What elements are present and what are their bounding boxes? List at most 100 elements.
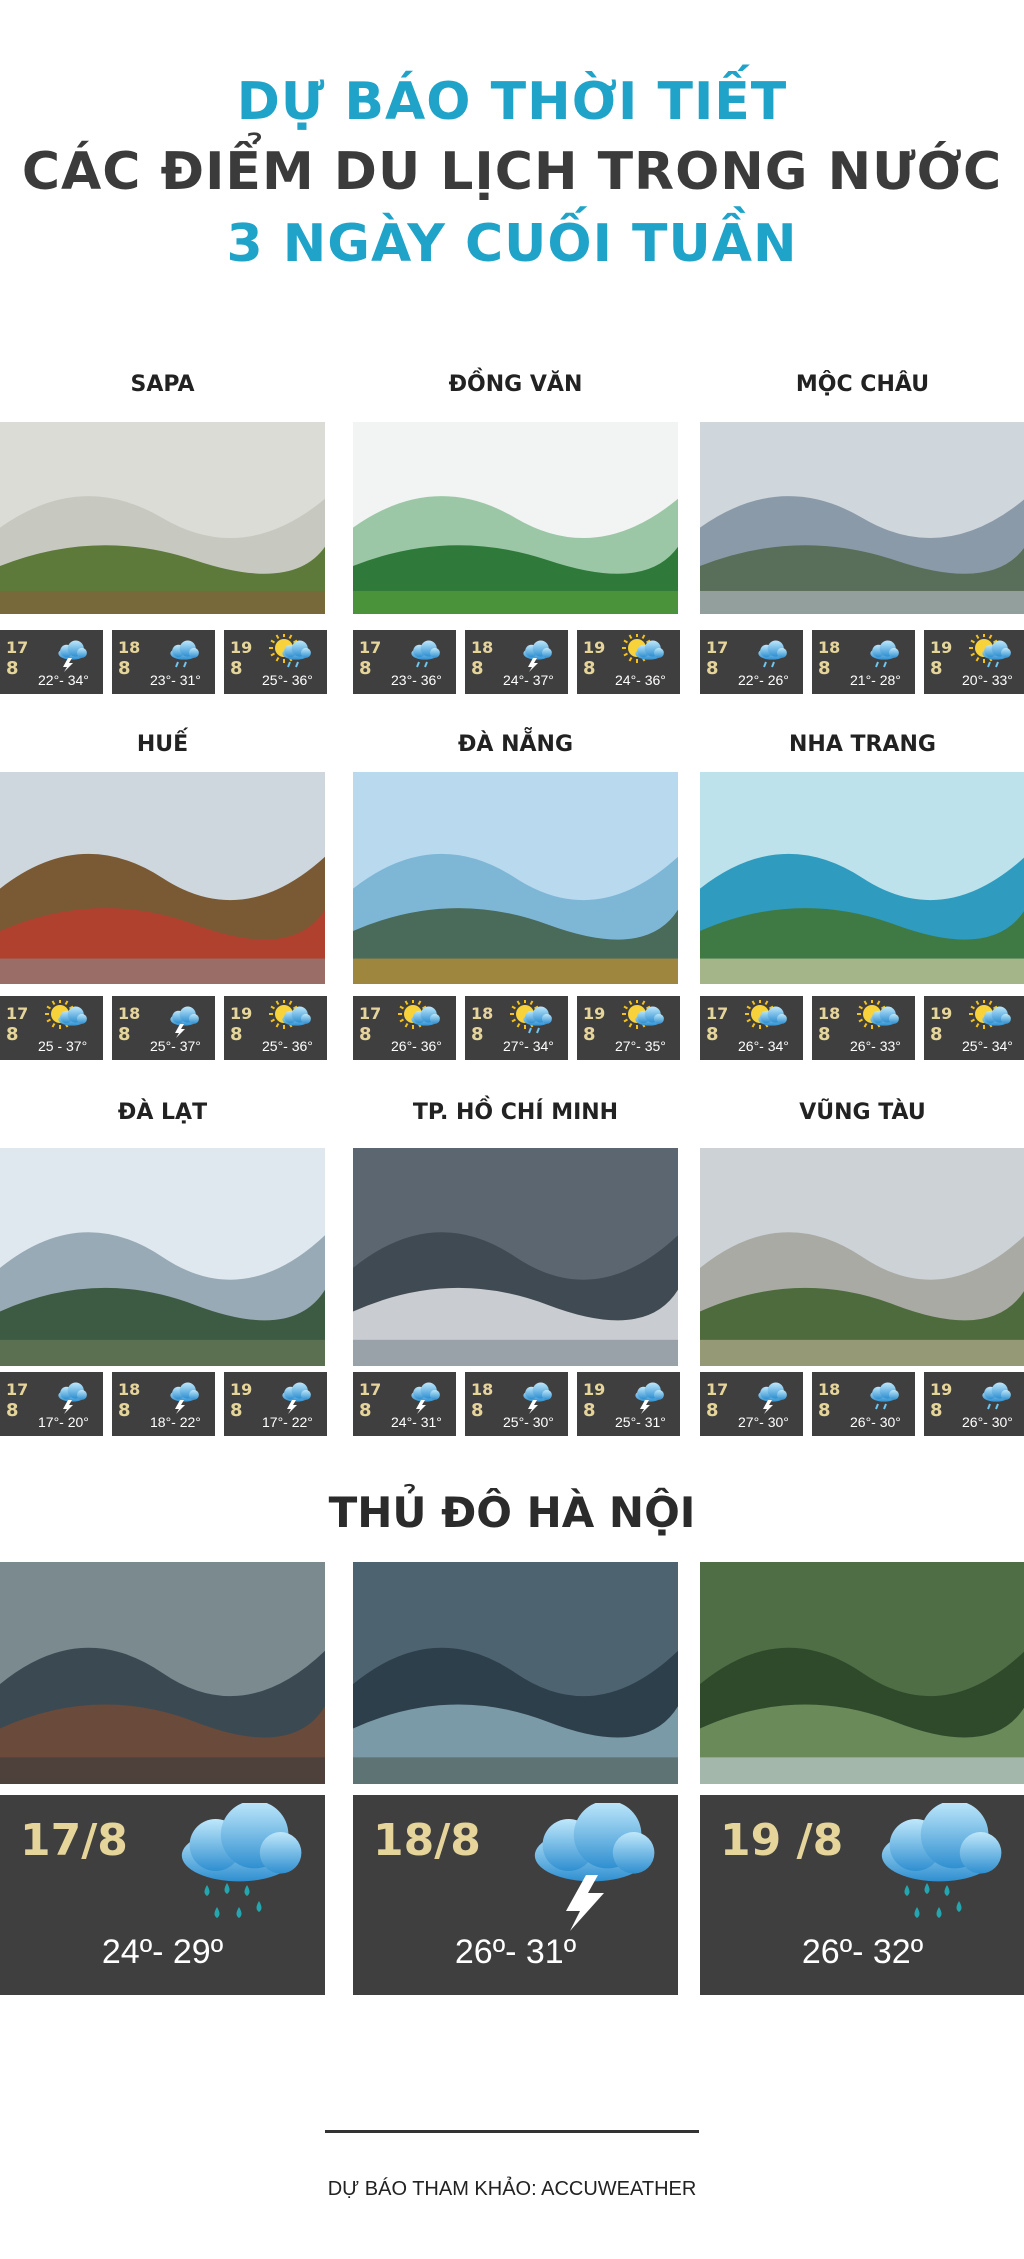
forecast-day: 18: [818, 1004, 841, 1023]
forecast-tile: 17 8 26°- 34°: [700, 996, 803, 1060]
weather-icon: [509, 1376, 557, 1414]
forecast-tile: 19 8 25°- 31°: [577, 1372, 680, 1436]
weather-icon: [44, 999, 92, 1038]
forecast-day: 18: [471, 1380, 494, 1399]
forecast-tile: 17 8 27°- 30°: [700, 1372, 803, 1436]
rain-cloud-icon: [170, 640, 199, 668]
rain-cloud-icon: [758, 640, 787, 668]
rain-cloud-icon: [870, 1382, 899, 1410]
weather-icon: [397, 1376, 445, 1414]
forecast-tile: 19 8 27°- 35°: [577, 996, 680, 1060]
forecast-month: 8: [118, 1400, 131, 1421]
forecast-day: 19: [230, 1004, 253, 1023]
storm-cloud-icon: [58, 1382, 87, 1414]
weather-icon: [156, 1000, 204, 1038]
weather-icon: [744, 999, 792, 1038]
forecast-temp: 23°- 31°: [150, 672, 201, 688]
rain-cloud-icon: [982, 1382, 1011, 1410]
storm-cloud-icon: [170, 1006, 199, 1038]
forecast-day: 18: [818, 1380, 841, 1399]
city-name: HUẾ: [136, 732, 189, 757]
forecast-temp: 27°- 35°: [615, 1038, 666, 1054]
scenery-image: [353, 1148, 678, 1366]
forecast-temp: 25°- 34°: [962, 1038, 1013, 1054]
hanoi-weather-icon: [147, 1800, 317, 1933]
scenery-image: [700, 1562, 1024, 1784]
scenery-image: [353, 422, 678, 614]
city-name: VŨNG TÀU: [799, 1100, 926, 1125]
hanoi-photo: [353, 1562, 678, 1784]
storm-cloud-icon: [635, 1382, 664, 1414]
forecast-day: 19: [930, 638, 953, 657]
sun-cloud-rain-icon: [269, 633, 311, 668]
weather-icon: [268, 999, 316, 1038]
forecast-month: 8: [118, 1024, 131, 1045]
hanoi-temp: 24º- 29º: [101, 1933, 224, 1971]
scenery-image: [0, 1562, 325, 1784]
forecast-tile: 18 8 26°- 33°: [812, 996, 915, 1060]
weather-icon: [621, 999, 669, 1038]
forecast-day: 18: [471, 1004, 494, 1023]
forecast-day: 19: [930, 1380, 953, 1399]
forecast-day: 17: [359, 1380, 382, 1399]
hanoi-weather-icon: [847, 1800, 1017, 1933]
scenery-image: [700, 772, 1024, 984]
city-name: ĐỒNG VĂN: [448, 372, 583, 397]
forecast-day: 19: [583, 638, 606, 657]
forecast-day: 17: [6, 638, 29, 657]
footer-divider: [325, 2130, 699, 2133]
weather-icon: [509, 999, 557, 1038]
forecast-temp: 27°- 34°: [503, 1038, 554, 1054]
forecast-tile: 19 8 24°- 36°: [577, 630, 680, 694]
forecast-temp: 17°- 20°: [38, 1414, 89, 1430]
sun-cloud-icon: [45, 999, 87, 1029]
forecast-day: 18: [118, 638, 141, 657]
forecast-day: 17: [706, 1004, 729, 1023]
weather-icon: [156, 634, 204, 672]
forecast-tile: 18 8 23°- 31°: [112, 630, 215, 694]
hanoi-date: 17/8: [20, 1815, 128, 1866]
forecast-month: 8: [471, 1400, 484, 1421]
city-name: ĐÀ NẴNG: [457, 732, 574, 757]
forecast-month: 8: [230, 1400, 243, 1421]
forecast-temp: 21°- 28°: [850, 672, 901, 688]
forecast-temp: 24°- 37°: [503, 672, 554, 688]
forecast-tile: 18 8 25°- 30°: [465, 1372, 568, 1436]
forecast-temp: 24°- 36°: [615, 672, 666, 688]
weather-icon: [44, 634, 92, 672]
source-credit: DỰ BÁO THAM KHẢO: ACCUWEATHER: [327, 2178, 697, 2200]
forecast-month: 8: [706, 658, 719, 679]
forecast-month: 8: [818, 658, 831, 679]
hanoi-forecast-card: 19 /8 26º- 32º: [700, 1795, 1024, 1995]
forecast-tile: 18 8 21°- 28°: [812, 630, 915, 694]
forecast-tile: 17 8 25 - 37°: [0, 996, 103, 1060]
city-name: NHA TRANG: [789, 732, 936, 757]
hanoi-date: 19 /8: [720, 1815, 844, 1866]
forecast-tile: 18 8 24°- 37°: [465, 630, 568, 694]
hanoi-temp: 26º- 31º: [454, 1933, 577, 1971]
scenery-image: [700, 422, 1024, 614]
city-photo: [353, 1148, 678, 1366]
hanoi-date: 18/8: [373, 1815, 481, 1866]
forecast-tile: 17 8 17°- 20°: [0, 1372, 103, 1436]
storm-cloud-icon: [523, 1382, 552, 1414]
sun-cloud-icon: [622, 633, 664, 663]
forecast-month: 8: [6, 1024, 19, 1045]
weather-icon: [744, 634, 792, 672]
forecast-temp: 26°- 34°: [738, 1038, 789, 1054]
forecast-tile: 19 8 26°- 30°: [924, 1372, 1024, 1436]
sun-cloud-icon: [622, 999, 664, 1029]
rain-cloud-icon: [411, 640, 440, 668]
forecast-tile: 19 8 25°- 36°: [224, 996, 327, 1060]
city-photo: [353, 772, 678, 984]
forecast-day: 18: [471, 638, 494, 657]
forecast-temp: 26°- 36°: [391, 1038, 442, 1054]
forecast-day: 17: [6, 1380, 29, 1399]
forecast-temp: 17°- 22°: [262, 1414, 313, 1430]
hanoi-temp: 26º- 32º: [801, 1933, 924, 1971]
forecast-month: 8: [359, 658, 372, 679]
forecast-temp: 26°- 33°: [850, 1038, 901, 1054]
forecast-day: 18: [818, 638, 841, 657]
forecast-tile: 17 8 23°- 36°: [353, 630, 456, 694]
forecast-month: 8: [471, 658, 484, 679]
